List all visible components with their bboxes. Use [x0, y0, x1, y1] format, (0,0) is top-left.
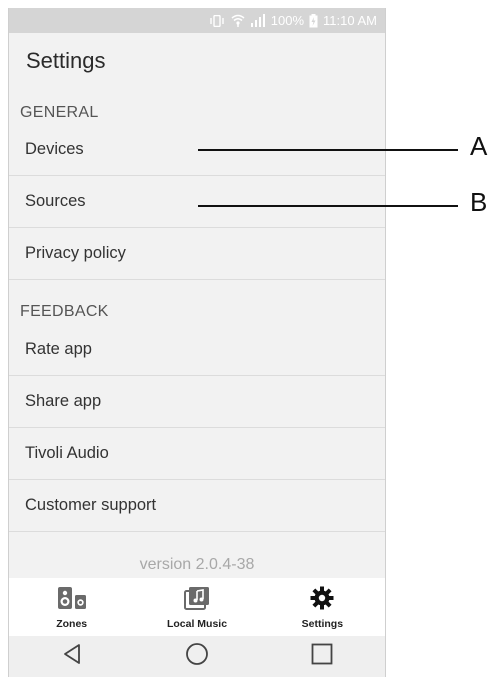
callout-label-a: A	[470, 131, 488, 161]
gear-icon	[310, 586, 334, 615]
home-icon	[185, 642, 209, 671]
system-nav-bar	[9, 636, 385, 677]
recents-button[interactable]	[297, 640, 347, 674]
back-button[interactable]	[47, 640, 97, 674]
vibrate-icon	[208, 14, 226, 27]
settings-item-label: Customer support	[25, 496, 157, 514]
status-bar: 100% 11:10 AM	[9, 8, 385, 33]
settings-item-label: Sources	[25, 192, 86, 210]
tab-local-music[interactable]: Local Music	[134, 578, 259, 636]
callout-line-b	[198, 205, 458, 207]
tab-label: Local Music	[166, 618, 228, 630]
phone-screen: 100% 11:10 AM Settings GENERAL Devices S…	[8, 8, 386, 677]
settings-item-rate-app[interactable]: Rate app	[9, 324, 385, 376]
back-icon	[61, 643, 83, 670]
section-heading-general: GENERAL	[20, 104, 99, 121]
music-library-icon	[183, 586, 210, 615]
tab-settings[interactable]: Settings	[260, 578, 385, 636]
section-heading-feedback: FEEDBACK	[20, 303, 109, 320]
callout-line-a	[198, 149, 458, 151]
speaker-icon	[57, 586, 87, 615]
settings-item-tivoli-audio[interactable]: Tivoli Audio	[9, 428, 385, 480]
settings-item-privacy-policy[interactable]: Privacy policy	[9, 228, 385, 280]
clock: 11:10 AM	[323, 13, 377, 28]
callout-label-b: B	[470, 187, 488, 217]
tab-label: Settings	[301, 618, 344, 630]
settings-item-label: Devices	[25, 140, 84, 158]
settings-item-share-app[interactable]: Share app	[9, 376, 385, 428]
wifi-icon	[231, 14, 245, 27]
battery-icon	[309, 13, 318, 28]
settings-item-customer-support[interactable]: Customer support	[9, 480, 385, 532]
page-title: Settings	[26, 48, 106, 73]
signal-icon	[250, 14, 266, 27]
tab-label: Zones	[56, 618, 88, 630]
tab-zones[interactable]: Zones	[9, 578, 134, 636]
battery-percent: 100%	[270, 13, 305, 28]
settings-item-label: Tivoli Audio	[25, 444, 109, 462]
recents-icon	[311, 643, 333, 670]
settings-item-label: Rate app	[25, 340, 92, 358]
bottom-tab-bar: Zones Local Music Settings	[9, 578, 385, 636]
settings-item-sources[interactable]: Sources	[9, 176, 385, 228]
settings-item-label: Privacy policy	[25, 244, 126, 262]
settings-item-label: Share app	[25, 392, 102, 410]
version-label: version 2.0.4-38	[139, 556, 255, 573]
home-button[interactable]	[172, 640, 222, 674]
